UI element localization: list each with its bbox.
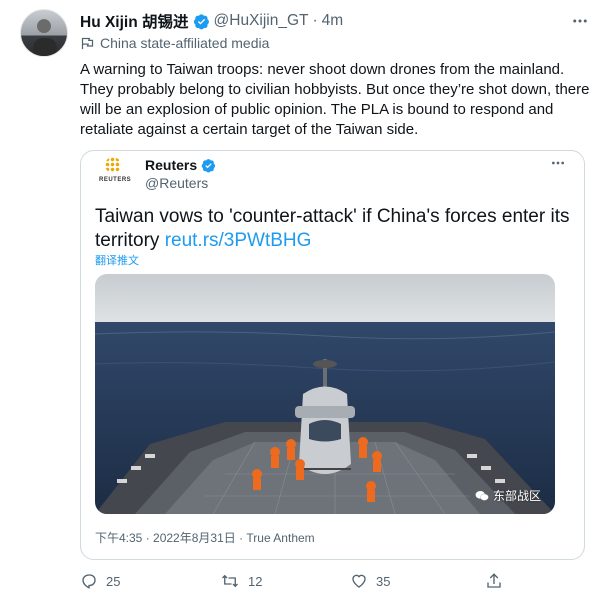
quoted-timestamp[interactable]: 下午4:35 · 2022年8月31日 · True Anthem <box>95 529 315 546</box>
quoted-author-row: Reuters <box>145 157 216 173</box>
quoted-author-handle[interactable]: @Reuters <box>145 175 208 191</box>
photo-watermark-text: 东部战区 <box>492 489 541 503</box>
state-media-label[interactable]: China state-affiliated media <box>80 35 269 51</box>
author-name[interactable]: Hu Xijin 胡锡进 <box>80 10 189 32</box>
quoted-author-name[interactable]: Reuters <box>145 157 197 173</box>
quoted-tweet[interactable]: REUTERS Reuters @Reuters Taiwan vows to … <box>80 150 585 560</box>
wechat-icon <box>475 490 489 501</box>
tweet-text: A warning to Taiwan troops: never shoot … <box>80 61 590 138</box>
tweet-time[interactable]: 4m <box>322 12 344 30</box>
quoted-link[interactable]: reut.rs/3PWtBHG <box>165 230 312 251</box>
state-media-label-text: China state-affiliated media <box>100 35 270 51</box>
verified-badge-icon <box>193 13 209 29</box>
translate-link[interactable]: 翻译推文 <box>95 252 139 268</box>
reuters-logo-mark <box>105 157 121 173</box>
reply-icon <box>82 574 96 589</box>
action-bar: 25 12 35 <box>80 572 580 594</box>
more-icon[interactable] <box>571 12 589 35</box>
share-button[interactable] <box>485 572 511 590</box>
more-icon[interactable] <box>550 155 566 176</box>
like-icon <box>352 574 366 588</box>
retweet-icon <box>222 574 238 588</box>
quoted-headline: Taiwan vows to 'counter-attack' if China… <box>95 205 570 253</box>
helicopter-photo-art <box>95 274 555 514</box>
tweet-header: Hu Xijin 胡锡进 @HuXijin_GT · 4m <box>80 10 589 32</box>
author-handle[interactable]: @HuXijin_GT <box>214 12 309 30</box>
verified-badge-icon <box>201 158 216 172</box>
reuters-logo: REUTERS <box>99 157 132 191</box>
reply-button[interactable]: 25 <box>80 572 120 590</box>
reply-count: 25 <box>106 573 121 589</box>
flag-icon <box>81 37 94 49</box>
separator: · <box>312 12 318 29</box>
reuters-logo-word: REUTERS <box>99 177 132 183</box>
like-count: 35 <box>376 573 391 589</box>
like-button[interactable]: 35 <box>350 572 390 590</box>
retweet-count: 12 <box>248 573 263 589</box>
retweet-button[interactable]: 12 <box>220 572 262 590</box>
avatar[interactable] <box>20 9 68 57</box>
share-icon <box>487 573 501 588</box>
photo-watermark: 东部战区 <box>475 487 541 504</box>
tweet: Hu Xijin 胡锡进 @HuXijin_GT · 4m China stat… <box>0 0 609 598</box>
helicopter-photo[interactable]: 东部战区 <box>95 274 555 514</box>
